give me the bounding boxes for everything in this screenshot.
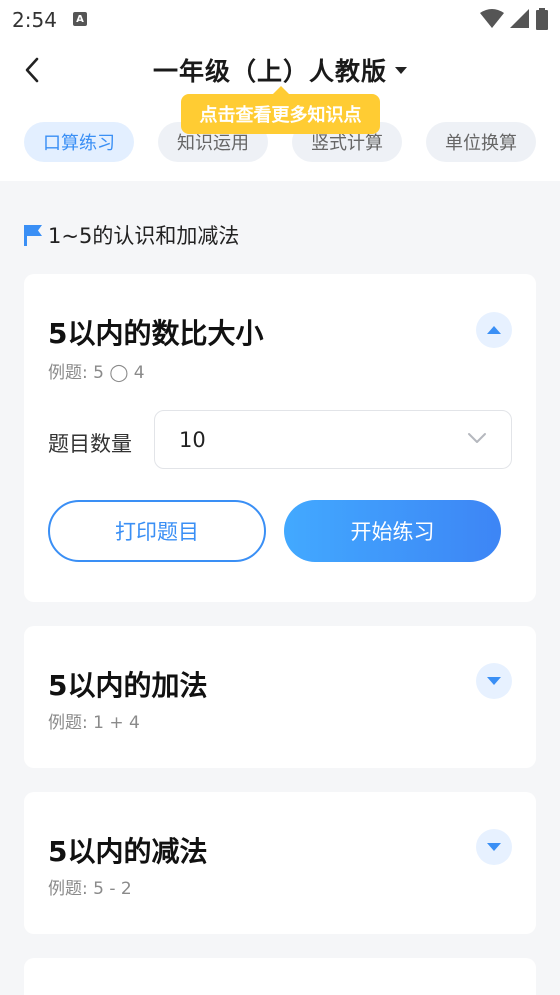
card-title: 5以内的数比大小 — [48, 317, 264, 350]
count-value: 10 — [179, 427, 206, 452]
card-title: 5以内的减法 — [48, 835, 208, 868]
practice-card[interactable]: 5以内的加法 例题: 1 + 4 — [24, 626, 536, 768]
chevron-down-icon — [468, 433, 486, 443]
section-title: 1~5的认识和加减法 — [48, 224, 240, 248]
flag-icon — [24, 225, 42, 246]
practice-card[interactable] — [24, 958, 536, 995]
caret-up-icon — [487, 326, 501, 334]
card-title: 5以内的加法 — [48, 669, 208, 702]
caret-down-icon — [487, 677, 501, 685]
start-button[interactable]: 开始练习 — [284, 500, 501, 562]
collapse-button[interactable] — [476, 312, 512, 348]
page-title: 一年级（上）人教版 — [152, 57, 387, 86]
tab-oral-calc[interactable]: 口算练习 — [24, 122, 134, 162]
wifi-icon — [480, 9, 504, 28]
practice-card[interactable]: 5以内的减法 例题: 5 - 2 — [24, 792, 536, 934]
card-example: 例题: 5 - 2 — [48, 879, 132, 899]
status-time: 2:54 — [12, 8, 57, 32]
battery-icon — [536, 8, 548, 30]
tab-unit-conversion[interactable]: 单位换算 — [426, 122, 536, 162]
top-bar: 2:54 A 一年级（上）人教版 点击查看更多知识点 口算练习 知识运用 竖式计… — [0, 0, 560, 181]
tooltip[interactable]: 点击查看更多知识点 — [181, 86, 380, 134]
signal-icon — [510, 9, 529, 28]
card-example: 例题: 5 ◯ 4 — [48, 363, 145, 383]
notification-icon: A — [73, 12, 87, 26]
count-select[interactable]: 10 — [154, 410, 512, 469]
practice-card: 5以内的数比大小 例题: 5 ◯ 4 题目数量 10 打印题目 开始练习 — [24, 274, 536, 602]
count-label: 题目数量 — [48, 432, 132, 456]
caret-down-icon — [395, 66, 407, 74]
print-button[interactable]: 打印题目 — [48, 500, 266, 562]
expand-button[interactable] — [476, 829, 512, 865]
caret-down-icon — [487, 843, 501, 851]
section-header: 1~5的认识和加减法 — [24, 220, 239, 250]
title-selector[interactable]: 一年级（上）人教版 — [0, 52, 560, 88]
status-icons — [480, 8, 548, 30]
card-example: 例题: 1 + 4 — [48, 713, 140, 733]
expand-button[interactable] — [476, 663, 512, 699]
